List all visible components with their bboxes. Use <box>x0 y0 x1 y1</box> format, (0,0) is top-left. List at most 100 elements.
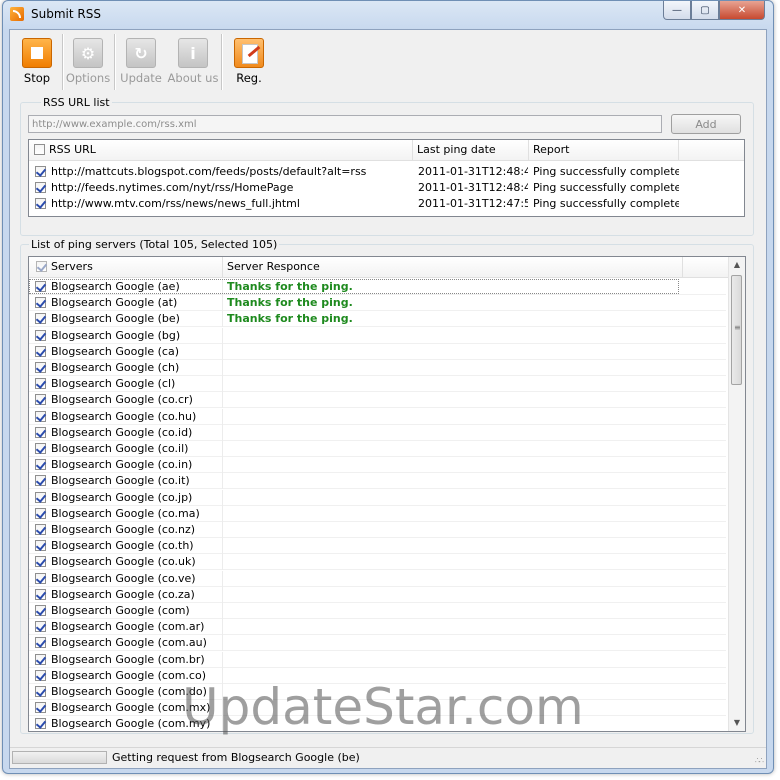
server-row-checkbox[interactable] <box>35 329 46 341</box>
stop-button[interactable]: Stop <box>14 34 60 90</box>
server-row-checkbox[interactable] <box>35 637 46 649</box>
rss-row-checkbox[interactable] <box>35 182 46 193</box>
header-rss-url[interactable]: RSS URL <box>29 140 413 160</box>
server-response-cell: Thanks for the ping. <box>227 296 353 310</box>
server-row-checkbox[interactable] <box>35 297 46 309</box>
servers-scrollbar[interactable]: ▲ ≡ ▼ <box>728 257 745 731</box>
server-row-checkbox[interactable] <box>35 702 46 714</box>
scroll-thumb[interactable]: ≡ <box>731 275 742 385</box>
server-row-checkbox[interactable] <box>35 572 46 584</box>
header-report[interactable]: Report <box>529 140 679 160</box>
server-row[interactable]: Blogsearch Google (com.ar) <box>29 619 726 636</box>
server-row[interactable]: Blogsearch Google (co.it) <box>29 473 726 490</box>
server-row-checkbox[interactable] <box>35 491 46 503</box>
rss-row-checkbox[interactable] <box>35 166 46 177</box>
scroll-down-arrow-icon[interactable]: ▼ <box>729 715 745 731</box>
server-name-cell: Blogsearch Google (com.ar) <box>51 620 205 634</box>
server-row-checkbox[interactable] <box>35 621 46 633</box>
server-row[interactable]: Blogsearch Google (cl) <box>29 376 726 393</box>
server-name-cell: Blogsearch Google (co.jp) <box>51 490 193 504</box>
title-bar[interactable]: Submit RSS — ▢ ✕ <box>3 1 773 29</box>
server-name-cell: Blogsearch Google (co.ma) <box>51 506 200 520</box>
server-row-checkbox[interactable] <box>35 426 46 438</box>
server-row-checkbox[interactable] <box>35 313 46 325</box>
about-button[interactable]: i About us <box>166 34 220 90</box>
server-row-checkbox[interactable] <box>35 556 46 568</box>
options-button[interactable]: ⚙ Options <box>65 34 111 90</box>
options-label: Options <box>65 71 111 85</box>
server-row[interactable]: Blogsearch Google (co.jp) <box>29 489 726 506</box>
status-bar: Getting request from Blogsearch Google (… <box>10 747 766 768</box>
server-row[interactable]: Blogsearch Google (co.cr) <box>29 392 726 409</box>
server-row-checkbox[interactable] <box>35 588 46 600</box>
register-button[interactable]: Reg. <box>226 34 272 90</box>
last-ping-date-cell: 2011-01-31T12:47:55 <box>418 197 528 210</box>
ping-servers-list[interactable]: Servers Server Responce Blogsearch Googl… <box>28 256 746 732</box>
server-row-checkbox[interactable] <box>35 378 46 390</box>
report-cell: Ping successfully completed (... <box>533 197 679 210</box>
server-row[interactable]: Blogsearch Google (co.ma) <box>29 505 726 522</box>
server-row-checkbox[interactable] <box>35 605 46 616</box>
server-row[interactable]: Blogsearch Google (com.br) <box>29 651 726 668</box>
server-row[interactable]: Blogsearch Google (co.ve) <box>29 570 726 587</box>
select-all-rss-checkbox[interactable] <box>34 144 45 155</box>
minimize-button[interactable]: — <box>663 1 691 20</box>
server-row[interactable]: Blogsearch Google (com.au) <box>29 635 726 652</box>
server-row[interactable]: Blogsearch Google (com) <box>29 603 726 619</box>
gear-icon: ⚙ <box>73 38 103 68</box>
server-name-cell: Blogsearch Google (co.ve) <box>51 571 196 585</box>
update-button[interactable]: ↻ Update <box>118 34 164 90</box>
maximize-button[interactable]: ▢ <box>691 1 719 20</box>
server-row[interactable]: Blogsearch Google (co.hu) <box>29 408 726 425</box>
server-name-cell: Blogsearch Google (co.uk) <box>51 555 196 569</box>
server-row-checkbox[interactable] <box>35 459 46 471</box>
server-row-checkbox[interactable] <box>35 540 46 552</box>
scroll-up-arrow-icon[interactable]: ▲ <box>729 257 745 273</box>
server-row[interactable]: Blogsearch Google (bg) <box>29 327 726 344</box>
header-server-response[interactable]: Server Responce <box>223 257 683 277</box>
server-row[interactable]: Blogsearch Google (co.il) <box>29 441 726 457</box>
server-row[interactable]: Blogsearch Google (co.th) <box>29 538 726 555</box>
server-row[interactable]: Blogsearch Google (co.in) <box>29 457 726 474</box>
toolbar: Stop ⚙ Options ↻ Update i About us Reg. <box>10 30 766 92</box>
server-response-cell: Thanks for the ping. <box>227 312 353 326</box>
server-row[interactable]: Blogsearch Google (ch) <box>29 360 726 376</box>
rss-row[interactable]: http://mattcuts.blogspot.com/feeds/posts… <box>29 164 744 180</box>
server-row-checkbox[interactable] <box>35 345 46 357</box>
header-last-ping-date[interactable]: Last ping date <box>413 140 529 160</box>
server-row-checkbox[interactable] <box>35 410 46 422</box>
app-window: Submit RSS — ▢ ✕ Stop ⚙ Options ↻ Update <box>2 0 774 774</box>
close-button[interactable]: ✕ <box>719 1 765 20</box>
rss-url-input[interactable]: http://www.example.com/rss.xml <box>28 115 662 133</box>
server-row[interactable]: Blogsearch Google (co.za) <box>29 586 726 603</box>
server-row[interactable]: Blogsearch Google (co.id) <box>29 424 726 441</box>
server-row[interactable]: Blogsearch Google (ca) <box>29 343 726 360</box>
server-row-checkbox[interactable] <box>35 443 46 454</box>
select-all-servers-checkbox[interactable] <box>36 261 47 272</box>
server-row-checkbox[interactable] <box>35 718 46 730</box>
rss-url-list[interactable]: RSS URL Last ping date Report http://mat… <box>28 139 745 217</box>
rss-row-checkbox[interactable] <box>35 198 46 209</box>
add-button[interactable]: Add <box>671 114 741 134</box>
server-row-checkbox[interactable] <box>35 686 46 697</box>
server-row[interactable]: Blogsearch Google (be) Thanks for the pin… <box>29 311 726 328</box>
server-row[interactable]: Blogsearch Google (at) Thanks for the pin… <box>29 295 726 312</box>
server-row[interactable]: Blogsearch Google (ae) Thanks for the pin… <box>29 279 726 295</box>
server-row-checkbox[interactable] <box>35 524 46 535</box>
server-row-checkbox[interactable] <box>35 281 46 292</box>
report-cell: Ping successfully completed (... <box>533 181 679 194</box>
resize-grip-icon[interactable]: ∴∴ <box>755 756 764 765</box>
server-name-cell: Blogsearch Google (co.id) <box>51 425 193 439</box>
rss-row[interactable]: http://feeds.nytimes.com/nyt/rss/HomePag… <box>29 180 744 196</box>
rss-url-cell: http://mattcuts.blogspot.com/feeds/posts… <box>51 165 367 178</box>
header-servers[interactable]: Servers <box>29 257 223 277</box>
server-row-checkbox[interactable] <box>35 362 46 373</box>
server-row[interactable]: Blogsearch Google (co.nz) <box>29 522 726 538</box>
server-row-checkbox[interactable] <box>35 653 46 665</box>
rss-row[interactable]: http://www.mtv.com/rss/news/news_full.jh… <box>29 196 744 212</box>
server-row-checkbox[interactable] <box>35 669 46 681</box>
server-row-checkbox[interactable] <box>35 507 46 519</box>
server-row-checkbox[interactable] <box>35 475 46 487</box>
server-row-checkbox[interactable] <box>35 394 46 406</box>
server-row[interactable]: Blogsearch Google (co.uk) <box>29 554 726 571</box>
